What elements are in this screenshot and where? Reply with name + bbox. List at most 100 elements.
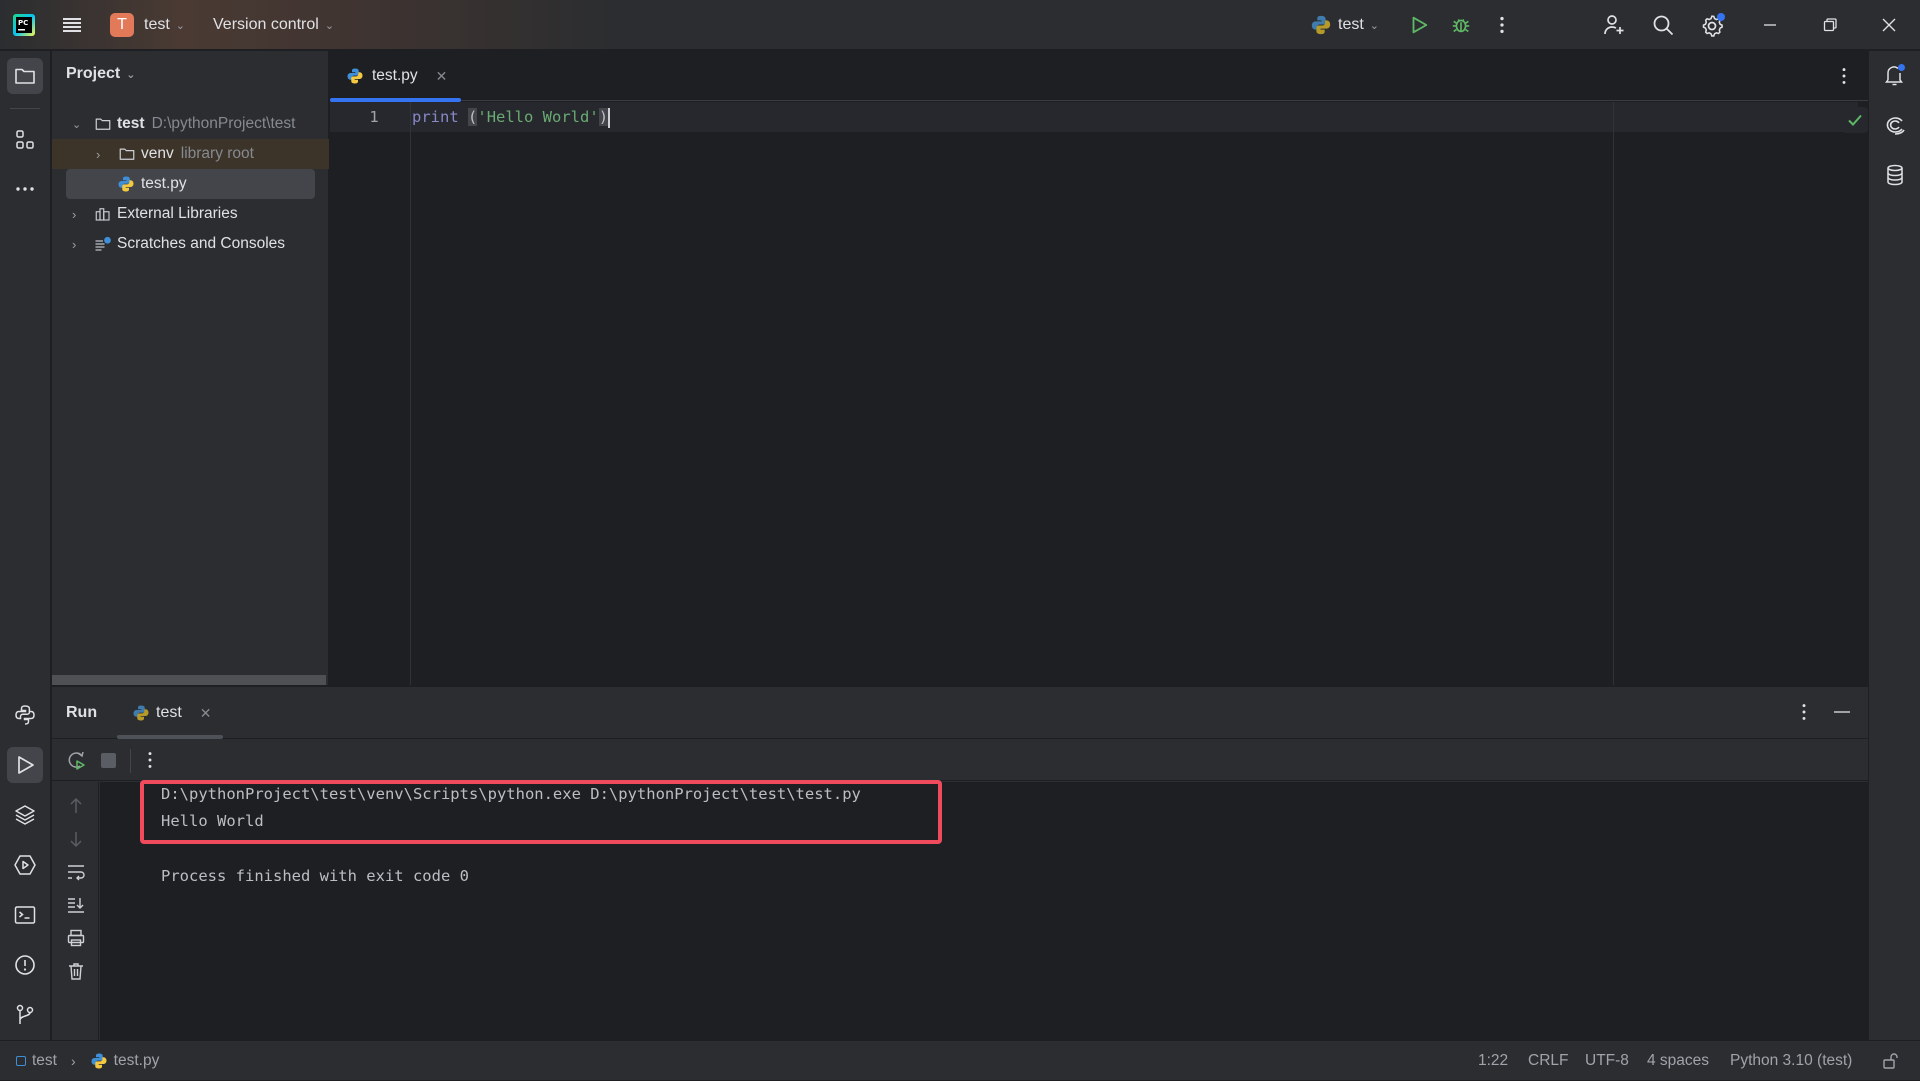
scroll-up-button[interactable] [66,796,86,816]
close-window-button[interactable] [1881,0,1897,50]
hamburger-menu-icon [63,18,81,32]
structure-tool-button[interactable] [7,122,43,158]
python-console-tool-button[interactable] [7,697,43,733]
file-lock-toggle[interactable] [1882,1041,1900,1081]
tree-item-external-libraries[interactable]: › External Libraries [52,199,329,229]
tree-item-venv[interactable]: › venv library root [52,139,329,169]
code-token-string: 'Hello World' [477,108,599,126]
print-button[interactable] [66,928,86,948]
chevron-down-icon: ⌄ [324,19,335,32]
chevron-down-icon[interactable]: ⌄ [72,118,88,131]
run-tab-test[interactable]: test ✕ [132,687,212,739]
clear-all-button[interactable] [66,961,86,981]
run-button[interactable] [1408,0,1430,50]
code-line[interactable]: print ('Hello World') [412,102,611,132]
python-packages-tool-button[interactable] [7,797,43,833]
project-view-selector[interactable]: Project ⌄ [66,65,135,83]
project-switcher[interactable]: T test ⌄ [110,0,185,50]
tree-item-test-root[interactable]: ⌄ test D:\pythonProject\test [52,109,329,139]
inspection-status-button[interactable] [1842,107,1868,133]
problems-tool-button[interactable] [7,947,43,983]
line-separator[interactable]: CRLF [1528,1041,1568,1081]
run-play-icon [1412,16,1428,34]
run-toolbar-more-button[interactable] [144,749,156,771]
python-interpreter[interactable]: Python 3.10 (test) [1730,1041,1852,1081]
caret-position[interactable]: 1:22 [1478,1041,1508,1081]
run-panel-title: Run [66,704,98,721]
notifications-button[interactable] [1877,57,1913,93]
user-add-icon [1604,15,1624,35]
scroll-down-button[interactable] [66,829,86,849]
scratches-icon [95,236,111,251]
run-tool-button[interactable] [7,747,43,783]
tree-item-label: External Libraries [117,205,238,222]
breadcrumb-item-project[interactable]: test [32,1052,57,1070]
python-file-icon [347,68,363,84]
toolbar-divider [130,749,131,773]
tree-item-label: Scratches and Consoles [117,235,286,252]
run-configuration-selector[interactable]: test ⌄ [1310,0,1379,50]
python-console-icon [15,705,35,725]
pycharm-logo-icon[interactable]: PC [12,0,36,50]
more-tool-windows-button[interactable] [7,171,43,207]
terminal-tool-button[interactable] [7,897,43,933]
breadcrumb-item-file[interactable]: test.py [114,1052,160,1070]
tree-item-hint: library root [180,145,254,162]
editor-tab-test-py[interactable]: test.py ✕ [330,51,461,102]
problems-icon [15,955,35,975]
console-output[interactable]: D:\pythonProject\test\venv\Scripts\pytho… [100,780,1868,1040]
stop-button[interactable] [101,753,116,768]
structure-icon [16,130,34,149]
horizontal-scrollbar[interactable] [52,675,326,685]
project-tool-window: Project ⌄ ⌄ test D:\pythonProject\test ›… [52,51,329,685]
close-tab-icon[interactable]: ✕ [436,68,448,85]
services-tool-button[interactable] [7,847,43,883]
main-menu-button[interactable] [60,0,84,50]
unlock-icon [1883,1053,1898,1069]
hide-panel-button[interactable] [1834,711,1850,713]
database-button[interactable] [1877,157,1913,193]
run-toolbar [52,739,1868,781]
chevron-down-icon: ⌄ [1369,19,1380,32]
git-branch-icon [16,1004,34,1024]
more-vertical-icon [1842,68,1846,84]
chevron-right-icon: › [70,1053,76,1069]
selection-highlight [66,169,315,199]
run-panel-options-button[interactable] [1798,701,1810,723]
git-tool-button[interactable] [7,997,43,1033]
code-token-paren: ) [598,108,609,126]
tree-item-scratches[interactable]: › Scratches and Consoles [52,229,329,259]
tree-item-test-py[interactable]: test.py [52,169,329,199]
debug-bug-icon [1452,19,1470,33]
file-encoding[interactable]: UTF-8 [1585,1041,1629,1081]
scroll-to-end-button[interactable] [66,895,86,915]
editor-tabs-more-button[interactable] [1838,65,1850,87]
close-icon [1882,18,1896,32]
ai-assistant-button[interactable] [1877,107,1913,143]
title-bar: PC T test ⌄ Version control ⌄ test ⌄ [0,0,1920,50]
chevron-right-icon[interactable]: › [72,207,88,222]
close-run-tab-icon[interactable]: ✕ [200,705,212,722]
version-control-menu[interactable]: Version control ⌄ [213,0,334,50]
add-collaborator-button[interactable] [1602,0,1626,50]
chevron-down-icon: ⌄ [126,68,136,81]
project-tool-button[interactable] [7,58,43,94]
debug-button[interactable] [1450,0,1472,50]
chevron-right-icon[interactable]: › [96,147,108,162]
restore-window-button[interactable] [1822,0,1838,50]
minimize-icon [1764,24,1776,26]
checkmark-icon [1848,114,1862,126]
search-everywhere-button[interactable] [1651,0,1675,50]
console-line-exit-status: Process finished with exit code 0 [161,867,469,885]
more-actions-button[interactable] [1496,0,1508,50]
scroll-to-end-icon [68,898,84,913]
settings-button[interactable] [1700,0,1726,50]
minimize-window-button[interactable] [1762,0,1778,50]
indent-setting[interactable]: 4 spaces [1647,1041,1709,1081]
soft-wrap-button[interactable] [66,862,86,882]
folder-icon [95,118,111,130]
strip-divider [10,108,40,109]
rerun-button[interactable] [64,748,88,772]
chevron-right-icon[interactable]: › [72,237,88,252]
